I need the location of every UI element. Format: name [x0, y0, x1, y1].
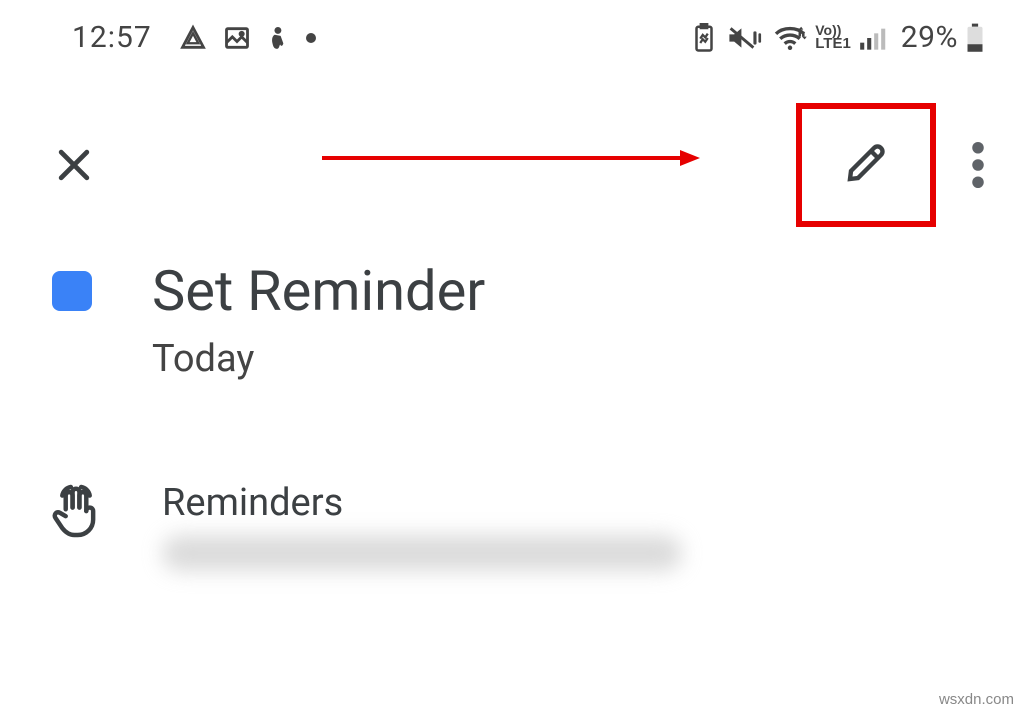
toolbar [0, 65, 1024, 227]
calendar-color-swatch [52, 271, 92, 311]
reminders-section-label: Reminders [162, 481, 682, 525]
close-button[interactable] [52, 143, 96, 187]
battery-saver-icon [693, 23, 715, 53]
reminder-hand-icon [52, 483, 100, 539]
wifi-icon [773, 24, 807, 52]
notification-dot-icon [306, 33, 316, 43]
annotation-highlight-box [796, 103, 936, 227]
account-email-blurred [162, 535, 682, 571]
status-right: Vo)) LTE1 29% [693, 20, 984, 55]
edit-button[interactable] [842, 139, 890, 187]
drive-triangle-icon [178, 24, 208, 52]
status-time: 12:57 [72, 20, 152, 55]
reminder-header-row: Set Reminder Today [52, 261, 984, 381]
volume-muted-vibrate-icon [727, 23, 763, 53]
battery-icon [966, 23, 984, 53]
more-options-button[interactable] [972, 142, 984, 188]
signal-bars-icon [859, 25, 887, 51]
battery-percent: 29% [901, 20, 958, 55]
person-icon [266, 23, 292, 53]
status-left: 12:57 [72, 20, 316, 55]
image-icon [222, 24, 252, 52]
content: Set Reminder Today Reminders [0, 227, 1024, 571]
status-bar: 12:57 [0, 0, 1024, 65]
reminders-account-row[interactable]: Reminders [52, 481, 984, 571]
network-lte-label: Vo)) LTE1 [815, 24, 851, 52]
watermark: wsxdn.com [939, 691, 1014, 708]
reminder-title: Set Reminder [152, 261, 485, 323]
reminder-date: Today [152, 337, 485, 381]
